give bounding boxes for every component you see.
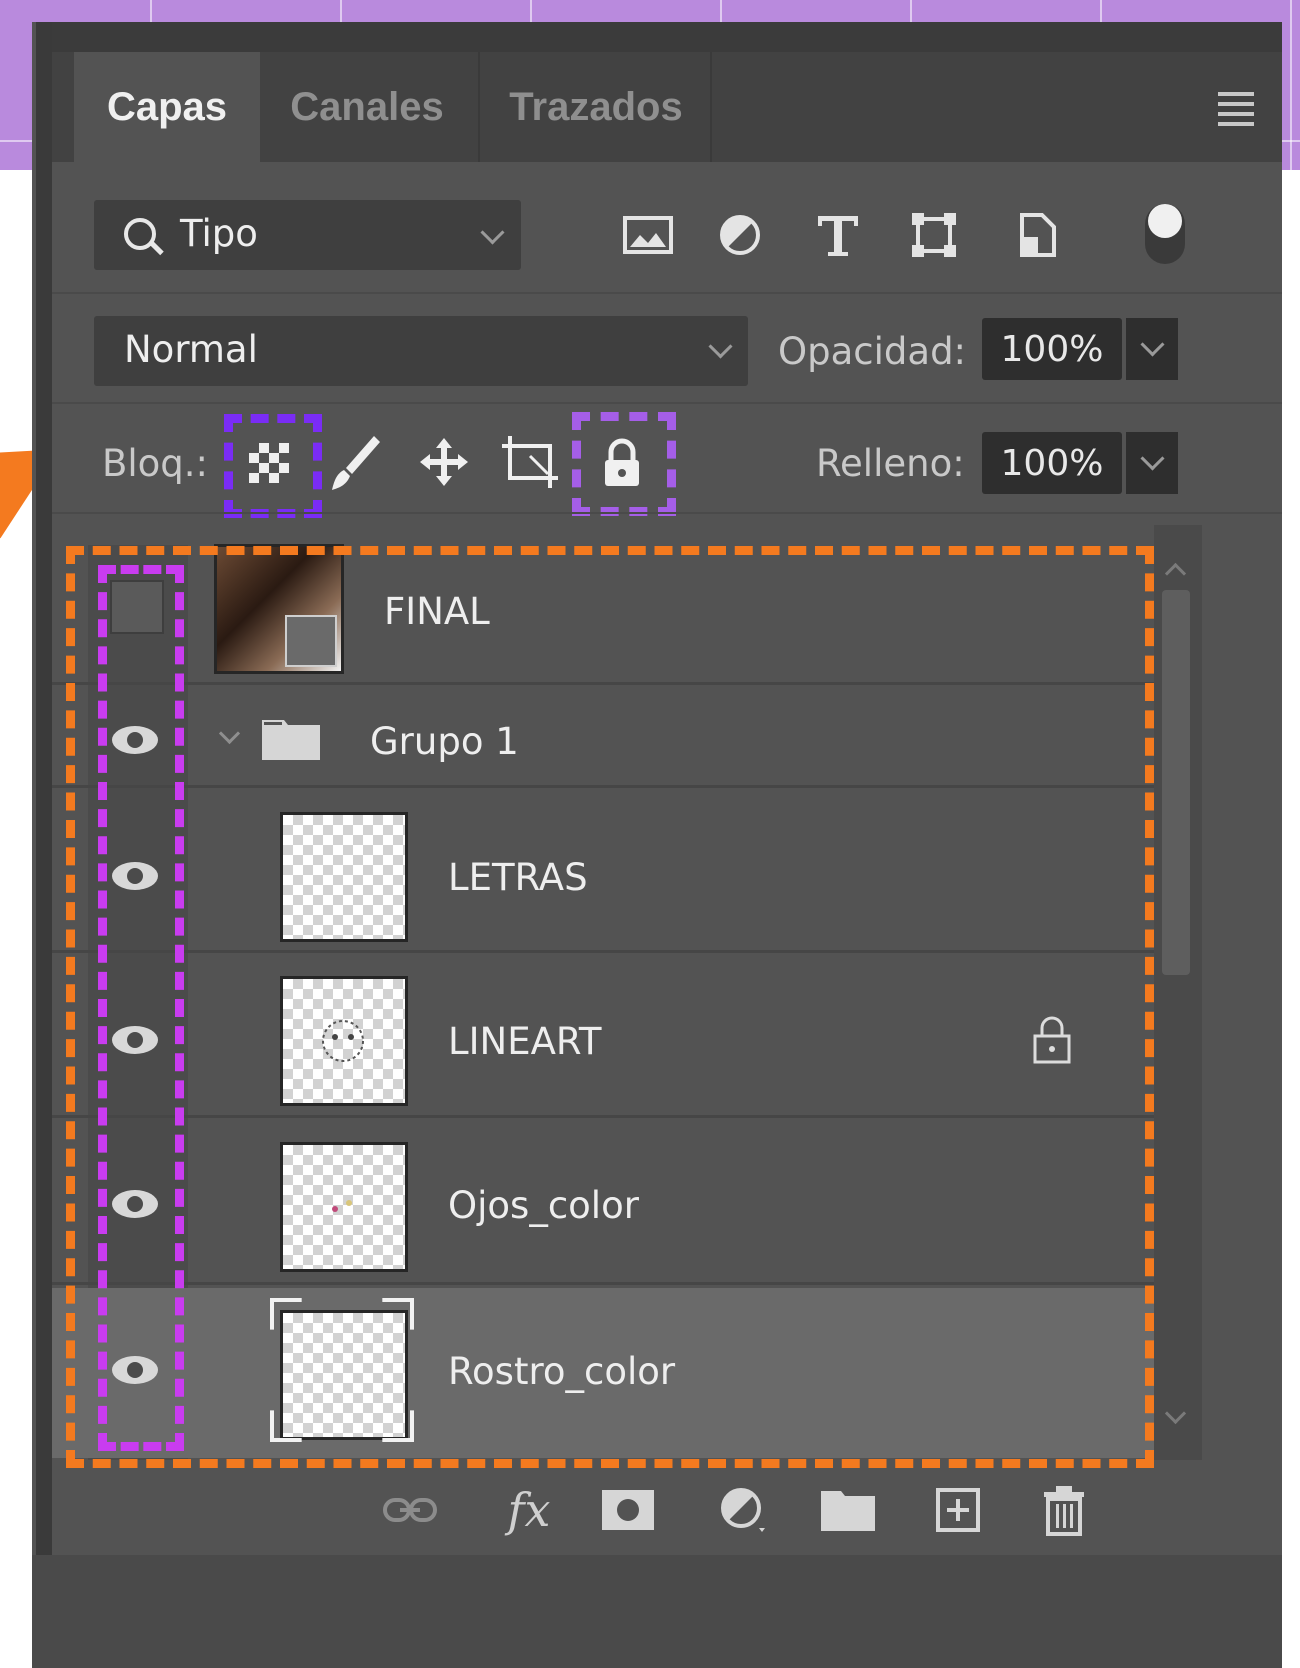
highlight-visibility-column xyxy=(98,565,184,1451)
new-layer-icon[interactable] xyxy=(930,1480,986,1540)
adjustment-filter-icon[interactable] xyxy=(715,210,765,260)
lock-image-pixels-icon[interactable] xyxy=(328,430,384,494)
fill-dropdown[interactable] xyxy=(1126,432,1178,494)
filter-toggle[interactable] xyxy=(1145,204,1185,264)
chevron-down-icon xyxy=(1140,446,1165,471)
tab-canales[interactable]: Canales xyxy=(262,52,472,162)
highlight-layers-list xyxy=(66,546,1154,1468)
search-icon xyxy=(124,218,156,250)
delete-layer-icon[interactable] xyxy=(1036,1480,1092,1540)
row-divider xyxy=(52,512,1282,514)
lock-label: Bloq.: xyxy=(102,442,209,485)
chevron-down-icon xyxy=(480,220,505,245)
row-divider xyxy=(52,292,1282,294)
fill-input[interactable]: 100% xyxy=(982,432,1122,494)
tab-separator xyxy=(710,52,712,162)
tab-capas[interactable]: Capas xyxy=(74,52,260,162)
panel-menu-icon[interactable] xyxy=(1218,92,1254,132)
layer-mask-icon[interactable] xyxy=(600,1480,656,1540)
tab-separator xyxy=(478,52,480,162)
tab-bar-top xyxy=(52,22,1282,52)
new-group-folder-icon[interactable] xyxy=(820,1480,876,1540)
highlight-lock-transparency xyxy=(224,414,322,518)
chevron-down-icon xyxy=(1140,332,1165,357)
lock-position-icon[interactable] xyxy=(418,436,470,488)
bottom-toolbar xyxy=(52,1470,1282,1560)
filter-type-value: Tipo xyxy=(180,212,258,255)
scrollbar-thumb[interactable] xyxy=(1162,590,1190,975)
blend-mode-select[interactable]: Normal xyxy=(94,316,748,386)
panel-bottom-strip xyxy=(32,1555,1282,1668)
layer-style-fx-icon[interactable]: fx xyxy=(494,1480,564,1540)
type-filter-icon[interactable] xyxy=(812,210,864,260)
opacity-label: Opacidad: xyxy=(778,330,967,373)
row-divider xyxy=(52,402,1282,404)
chevron-down-icon xyxy=(708,334,733,359)
layer-filter-select[interactable]: Tipo xyxy=(94,200,521,270)
panel-left-edge xyxy=(36,22,52,1668)
smart-object-filter-icon[interactable] xyxy=(1010,210,1062,260)
blend-mode-value: Normal xyxy=(124,328,258,371)
opacity-dropdown[interactable] xyxy=(1126,318,1178,380)
tab-trazados[interactable]: Trazados xyxy=(484,52,708,162)
opacity-input[interactable]: 100% xyxy=(982,318,1122,380)
lock-artboard-icon[interactable] xyxy=(500,434,562,490)
highlight-lock-all xyxy=(572,412,676,516)
toggle-knob xyxy=(1148,204,1182,238)
image-filter-icon[interactable] xyxy=(620,210,676,260)
link-layers-icon[interactable] xyxy=(380,1480,440,1540)
shape-filter-icon[interactable] xyxy=(908,210,960,260)
fill-label: Relleno: xyxy=(816,442,965,485)
adjustment-layer-icon[interactable] xyxy=(715,1480,771,1540)
